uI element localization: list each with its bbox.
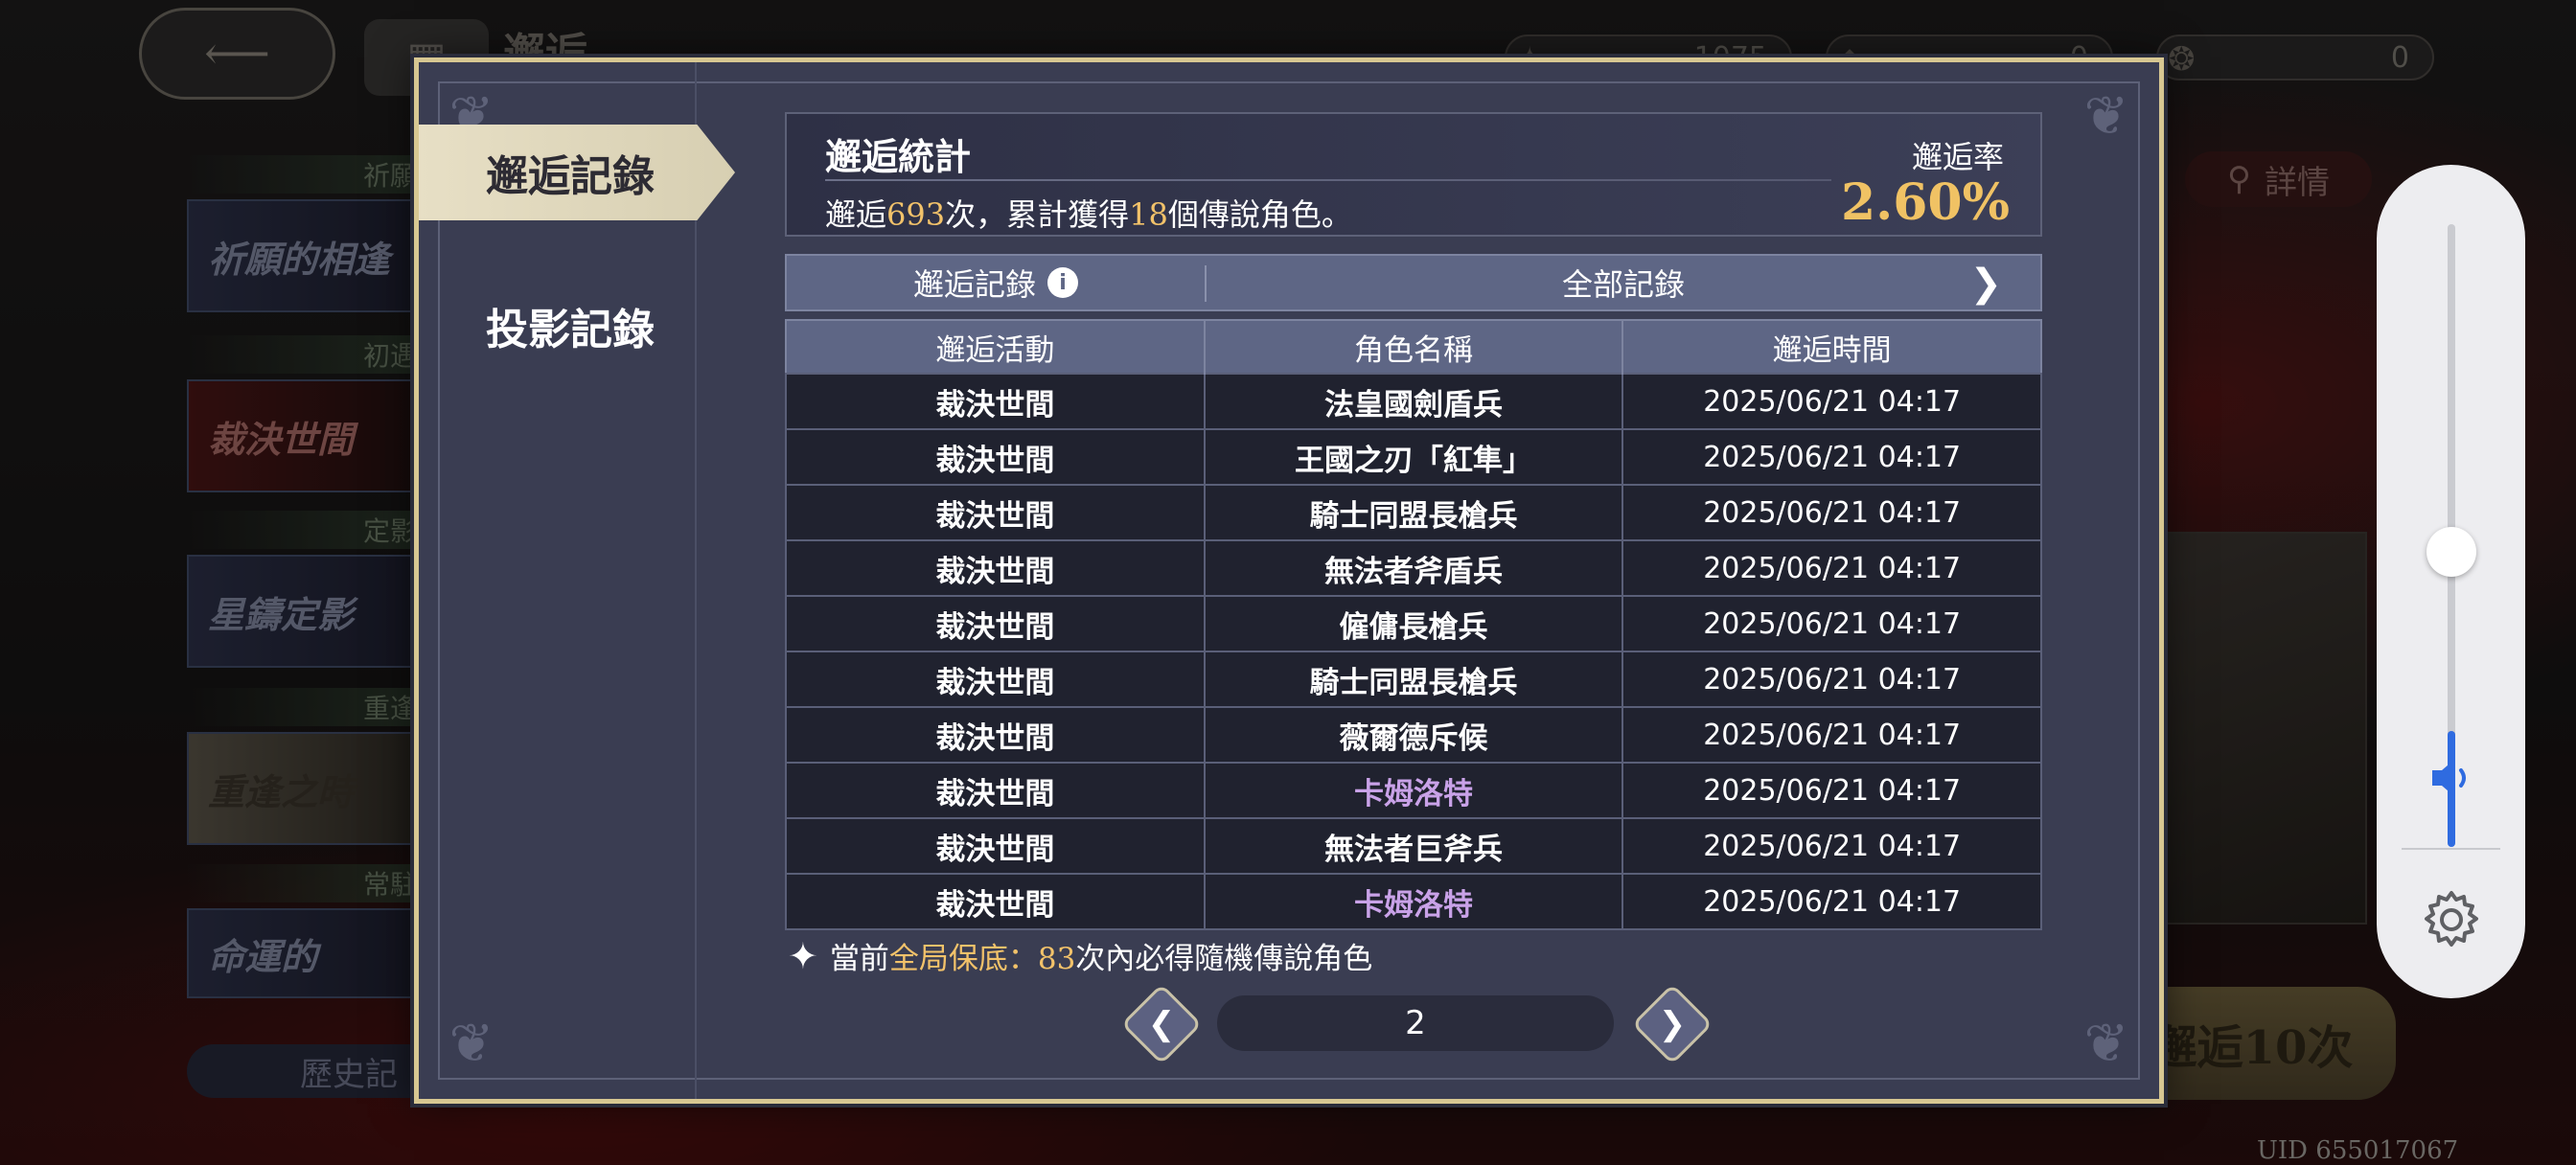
speaker-icon[interactable]: [2423, 749, 2480, 807]
volume-slider-handle[interactable]: [2426, 527, 2476, 577]
table-header-row: 邂逅活動 角色名稱 邂逅時間: [786, 320, 2041, 374]
note-text: 當前: [829, 942, 889, 976]
stats-title: 邂逅統計: [825, 135, 972, 178]
corner-ornament-icon: ❦: [2083, 85, 2129, 148]
character-name-cell: 僱傭長槍兵: [1203, 595, 1624, 652]
time-cell: 2025/06/21 04:17: [1622, 595, 2042, 652]
tab-column: 邂逅記錄 投影記錄: [419, 62, 735, 1099]
table-row: 裁決世間 薇爾德斥候 2025/06/21 04:17: [785, 706, 2042, 764]
page-number: 2: [1217, 995, 1614, 1051]
next-page-button[interactable]: ❯: [1631, 983, 1714, 1065]
chevron-left-icon: ❮: [1147, 1005, 1176, 1043]
record-filter-bar: 邂逅記錄 i 全部記錄 ❯: [785, 254, 2042, 311]
time-cell: 2025/06/21 04:17: [1622, 428, 2042, 486]
time-cell: 2025/06/21 04:17: [1622, 373, 2042, 430]
rate-label: 邂逅率: [1911, 139, 2004, 175]
activity-cell: 裁決世間: [785, 539, 1206, 597]
column-header: 角色名稱: [1203, 320, 1623, 374]
pagination: ❮ 2 ❯: [1120, 983, 1736, 1065]
note-text: ：: [1007, 942, 1038, 976]
pity-guarantee-note: ✦ 當前全局保底：83次內必得隨機傳說角色: [788, 934, 1372, 977]
chevron-right-icon[interactable]: ❯: [1969, 262, 2002, 306]
record-bar-label: 邂逅記錄: [912, 266, 1036, 303]
activity-cell: 裁決世間: [785, 873, 1206, 930]
corner-ornament-icon: ❦: [2083, 1013, 2129, 1075]
records-table: 邂逅活動 角色名稱 邂逅時間 裁決世間 法皇國劍盾兵 2025/06/21 04:1…: [785, 319, 2042, 930]
gear-icon[interactable]: [2417, 885, 2486, 954]
time-cell: 2025/06/21 04:17: [1622, 484, 2042, 541]
character-name-cell: 無法者巨斧兵: [1203, 817, 1624, 875]
activity-cell: 裁決世間: [785, 484, 1206, 541]
column-header: 邂逅活動: [786, 320, 1205, 374]
tab-projection-record[interactable]: 投影記錄: [419, 278, 697, 374]
table-row: 裁決世間 卡姆洛特 2025/06/21 04:17: [785, 762, 2042, 819]
volume-panel: [2377, 165, 2525, 998]
time-cell: 2025/06/21 04:17: [1622, 706, 2042, 764]
tab-encounter-record[interactable]: 邂逅記錄: [419, 125, 735, 220]
character-name-cell: 無法者斧盾兵: [1203, 539, 1624, 597]
summary-text: 次，累計獲得: [945, 196, 1130, 233]
summon-count: 693: [886, 196, 946, 233]
time-cell: 2025/06/21 04:17: [1622, 762, 2042, 819]
pity-count: 83: [1037, 942, 1076, 976]
filter-label: 全部記錄: [1561, 266, 1685, 303]
table-row: 裁決世間 卡姆洛特 2025/06/21 04:17: [785, 873, 2042, 930]
character-name-cell: 法皇國劍盾兵: [1203, 373, 1624, 430]
time-cell: 2025/06/21 04:17: [1622, 873, 2042, 930]
character-name-cell: 王國之刃「紅隼」: [1203, 428, 1624, 486]
summary-text: 個傳說角色。: [1167, 196, 1352, 233]
info-icon[interactable]: i: [1047, 267, 1078, 298]
record-filter-select[interactable]: 全部記錄: [1207, 256, 2040, 309]
record-bar-title: 邂逅記錄 i: [787, 256, 1205, 309]
pity-label: 全局保底: [888, 942, 1008, 976]
sparkle-icon: ✦: [788, 934, 818, 977]
chevron-right-icon: ❯: [1658, 1005, 1687, 1043]
activity-cell: 裁決世間: [785, 428, 1206, 486]
time-cell: 2025/06/21 04:17: [1622, 817, 2042, 875]
summary-text: 邂逅: [825, 196, 887, 233]
divider: [2402, 848, 2500, 850]
activity-cell: 裁決世間: [785, 651, 1206, 708]
activity-cell: 裁決世間: [785, 373, 1206, 430]
column-header: 邂逅時間: [1622, 320, 2041, 374]
character-name-cell: 騎士同盟長槍兵: [1203, 484, 1624, 541]
stats-panel: 邂逅統計 邂逅693次，累計獲得18個傳說角色。 邂逅率 2.60%: [785, 112, 2042, 237]
table-row: 裁決世間 無法者巨斧兵 2025/06/21 04:17: [785, 817, 2042, 875]
table-row: 裁決世間 騎士同盟長槍兵 2025/06/21 04:17: [785, 484, 2042, 541]
activity-cell: 裁決世間: [785, 706, 1206, 764]
table-row: 裁決世間 無法者斧盾兵 2025/06/21 04:17: [785, 539, 2042, 597]
stats-divider: [825, 179, 1831, 181]
character-name-cell: 卡姆洛特: [1203, 762, 1624, 819]
rate-value: 2.60%: [1840, 173, 2010, 232]
activity-cell: 裁決世間: [785, 595, 1206, 652]
time-cell: 2025/06/21 04:17: [1622, 539, 2042, 597]
table-row: 裁決世間 王國之刃「紅隼」 2025/06/21 04:17: [785, 428, 2042, 486]
previous-page-button[interactable]: ❮: [1120, 983, 1203, 1065]
character-name-cell: 薇爾德斥候: [1203, 706, 1624, 764]
table-row: 裁決世間 僱傭長槍兵 2025/06/21 04:17: [785, 595, 2042, 652]
legendary-count: 18: [1129, 196, 1168, 233]
stats-summary: 邂逅693次，累計獲得18個傳說角色。: [825, 191, 1352, 235]
character-name-cell: 騎士同盟長槍兵: [1203, 651, 1624, 708]
encounter-record-modal: ❦ ❦ ❦ ❦ 邂逅記錄 投影記錄 邂逅統計 邂逅693次，累計獲得18個傳說角…: [414, 57, 2164, 1104]
table-row: 裁決世間 法皇國劍盾兵 2025/06/21 04:17: [785, 373, 2042, 430]
table-row: 裁決世間 騎士同盟長槍兵 2025/06/21 04:17: [785, 651, 2042, 708]
activity-cell: 裁決世間: [785, 817, 1206, 875]
time-cell: 2025/06/21 04:17: [1622, 651, 2042, 708]
character-name-cell: 卡姆洛特: [1203, 873, 1624, 930]
activity-cell: 裁決世間: [785, 762, 1206, 819]
note-text: 次內必得隨機傳說角色: [1075, 942, 1373, 976]
